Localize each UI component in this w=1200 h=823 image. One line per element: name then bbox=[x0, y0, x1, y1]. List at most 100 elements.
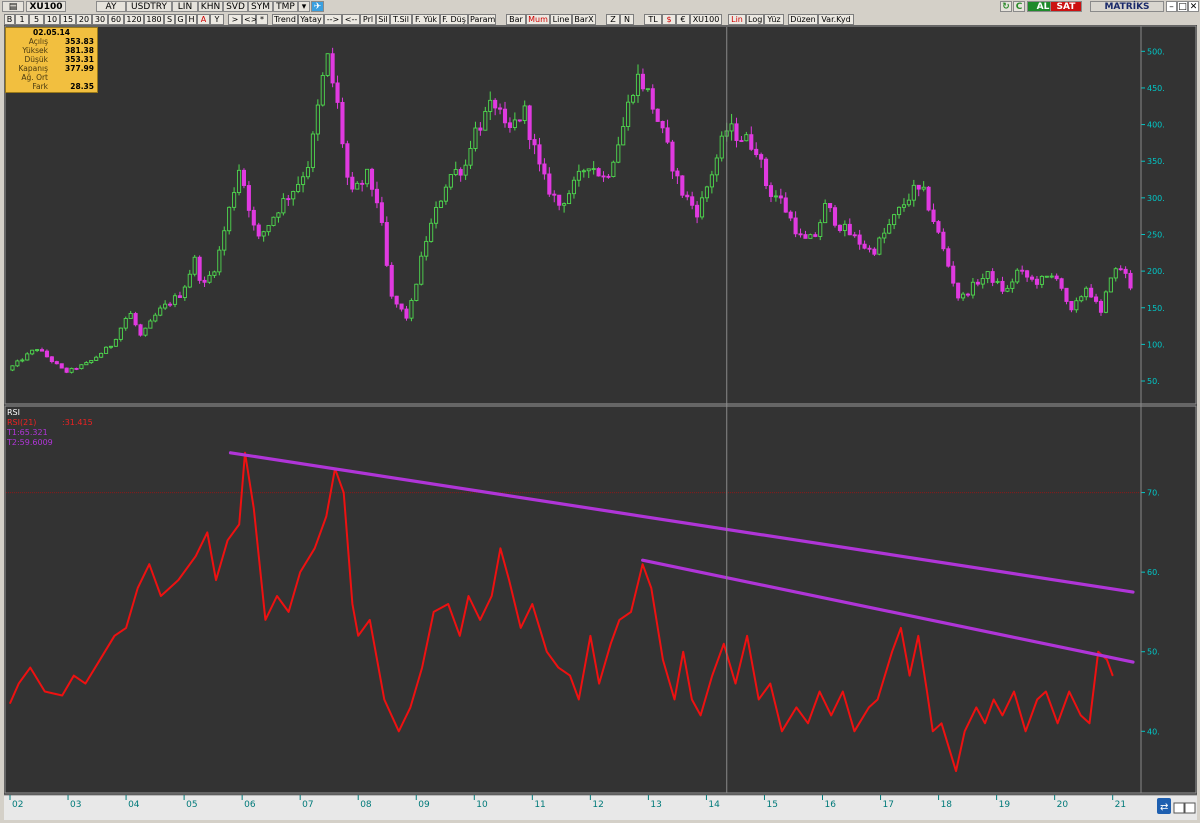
rsi-point bbox=[769, 682, 771, 685]
tool-trend[interactable]: Trend bbox=[272, 14, 298, 25]
period-15[interactable]: 15 bbox=[60, 14, 76, 25]
candle bbox=[74, 367, 79, 371]
tool-mum[interactable]: Mum bbox=[526, 14, 550, 25]
chart-area[interactable]: 50.100.150.200.250.300.350.400.450.500. … bbox=[4, 25, 1197, 820]
rsi-point bbox=[113, 635, 116, 637]
period-b[interactable]: B bbox=[4, 14, 15, 25]
candle bbox=[325, 53, 330, 78]
candle bbox=[192, 254, 197, 277]
rsi-point bbox=[557, 667, 560, 669]
rsi-point bbox=[578, 698, 580, 701]
period-30[interactable]: 30 bbox=[92, 14, 108, 25]
period-60[interactable]: 60 bbox=[108, 14, 124, 25]
tool-bar[interactable]: Bar bbox=[506, 14, 526, 25]
rsi-point bbox=[343, 491, 345, 494]
period-180[interactable]: 180 bbox=[144, 14, 164, 25]
tool-[interactable]: $ bbox=[662, 14, 676, 25]
tool-[interactable]: --> bbox=[324, 14, 342, 25]
tool-d-zen[interactable]: Düzen bbox=[788, 14, 818, 25]
tool-prl[interactable]: Prl bbox=[360, 14, 376, 25]
period-10[interactable]: 10 bbox=[44, 14, 60, 25]
rsi-point bbox=[630, 611, 632, 613]
rsi-point bbox=[29, 667, 31, 669]
rsi-point bbox=[1068, 690, 1070, 693]
scroll-left-button bbox=[1173, 802, 1185, 814]
x-tick-label: 06 bbox=[244, 800, 256, 810]
chart-window-icon[interactable]: ▤ bbox=[2, 1, 24, 12]
rsi-point bbox=[1045, 690, 1047, 693]
period-120[interactable]: 120 bbox=[124, 14, 144, 25]
tool-[interactable]: <> bbox=[242, 14, 257, 25]
tool-yatay[interactable]: Yatay bbox=[298, 14, 324, 25]
sell-button[interactable]: SAT bbox=[1050, 1, 1082, 12]
tool-xu100[interactable]: XU100 bbox=[690, 14, 722, 25]
tab-svd[interactable]: SVD bbox=[223, 1, 248, 12]
clock-icon[interactable]: C bbox=[1013, 1, 1025, 12]
tool-barx[interactable]: BarX bbox=[572, 14, 596, 25]
tool-[interactable]: € bbox=[676, 14, 690, 25]
period-20[interactable]: 20 bbox=[76, 14, 92, 25]
period-s[interactable]: S bbox=[164, 14, 175, 25]
period-1[interactable]: 1 bbox=[15, 14, 29, 25]
maximize-icon[interactable]: □ bbox=[1177, 1, 1188, 12]
tab-khn[interactable]: KHN bbox=[198, 1, 223, 12]
tab-sym[interactable]: SYM bbox=[248, 1, 273, 12]
tool-var-kyd[interactable]: Var.Kyd bbox=[818, 14, 854, 25]
rsi-point bbox=[9, 702, 11, 705]
period-a[interactable]: A bbox=[197, 14, 210, 25]
candle bbox=[1059, 277, 1064, 291]
tool-sil[interactable]: Sil bbox=[376, 14, 390, 25]
candle bbox=[655, 108, 660, 122]
rsi-series-label: RSI(21) bbox=[7, 418, 36, 427]
close-icon[interactable]: ✕ bbox=[1188, 1, 1199, 12]
candle bbox=[15, 359, 20, 368]
rsi-point bbox=[993, 698, 995, 701]
candle bbox=[197, 255, 202, 284]
tab-usdtry[interactable]: USDTRY bbox=[126, 1, 172, 12]
tool-param[interactable]: Param bbox=[468, 14, 496, 25]
tool-line[interactable]: Line bbox=[550, 14, 572, 25]
tool-f-y-k[interactable]: F. Yük bbox=[412, 14, 440, 25]
refresh-icon[interactable]: ↻ bbox=[1000, 1, 1012, 12]
rsi-point bbox=[853, 730, 856, 732]
twitter-icon[interactable]: ✈ bbox=[311, 1, 324, 12]
period-5[interactable]: 5 bbox=[29, 14, 44, 25]
tool-log[interactable]: Log bbox=[746, 14, 764, 25]
tool-y-z[interactable]: Yüz bbox=[764, 14, 784, 25]
rsi-ytick-label: 70. bbox=[1147, 489, 1160, 498]
tool-t-sil[interactable]: T.Sil bbox=[390, 14, 412, 25]
symbol-tab[interactable]: XU100 bbox=[26, 1, 66, 12]
tool-n[interactable]: N bbox=[620, 14, 634, 25]
rsi-point bbox=[691, 698, 693, 701]
tool-[interactable]: * bbox=[256, 14, 268, 25]
tool-[interactable]: <-- bbox=[342, 14, 360, 25]
rsi-point bbox=[125, 627, 127, 629]
tab-dropdown-icon[interactable]: ▾ bbox=[298, 1, 310, 12]
navigate-icon[interactable]: ⇄ bbox=[1157, 798, 1171, 814]
tab-ay[interactable]: AY bbox=[96, 1, 126, 12]
rsi-point bbox=[1088, 722, 1091, 724]
tab-lin[interactable]: LIN bbox=[172, 1, 198, 12]
rsi-point bbox=[598, 682, 600, 685]
info-row-wavg: Ağ. Ort bbox=[21, 73, 48, 82]
candle bbox=[320, 72, 325, 107]
rsi-trendline-1-label: T1:65.321 bbox=[6, 428, 48, 437]
candle bbox=[936, 220, 941, 235]
rsi-point bbox=[641, 563, 644, 565]
tab-tmp[interactable]: TMP bbox=[273, 1, 298, 12]
minimize-icon[interactable]: – bbox=[1166, 1, 1177, 12]
tool-tl[interactable]: TL bbox=[644, 14, 662, 25]
tool-lin[interactable]: Lin bbox=[728, 14, 746, 25]
tool-f-d[interactable]: F. Düş bbox=[440, 14, 468, 25]
rsi-point bbox=[238, 523, 240, 526]
tool-z[interactable]: Z bbox=[606, 14, 620, 25]
period-y[interactable]: Y bbox=[210, 14, 224, 25]
candle bbox=[25, 352, 30, 361]
tool-[interactable]: >< bbox=[228, 14, 242, 34]
period-h[interactable]: H bbox=[186, 14, 197, 25]
candle bbox=[926, 185, 931, 212]
rsi-point bbox=[926, 690, 928, 693]
rsi-point bbox=[398, 730, 400, 732]
rsi-point bbox=[244, 452, 246, 454]
period-g[interactable]: G bbox=[175, 14, 186, 25]
